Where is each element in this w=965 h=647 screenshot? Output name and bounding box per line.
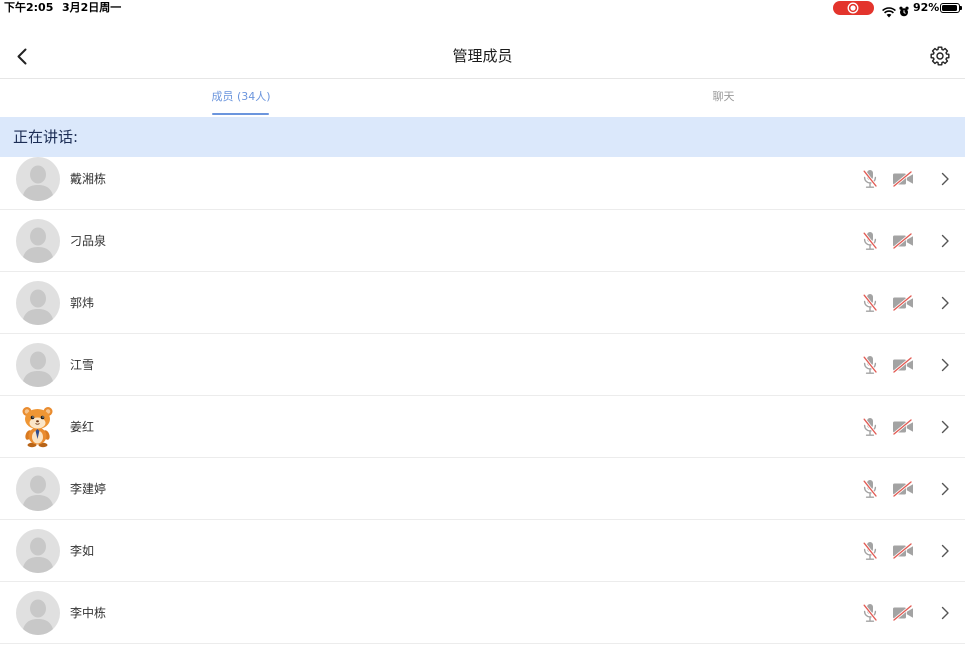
screen-recording-icon[interactable] (833, 1, 874, 15)
alarm-icon (899, 2, 909, 17)
active-tab-indicator (212, 113, 269, 115)
member-row[interactable]: 姜红 (0, 396, 965, 458)
member-row[interactable]: 李建婷 (0, 458, 965, 520)
settings-button[interactable] (928, 44, 952, 68)
member-name: 郭炜 (70, 296, 95, 310)
member-row[interactable]: 郭炜 (0, 272, 965, 334)
gear-icon (930, 46, 950, 66)
default-avatar-icon (16, 467, 60, 511)
camera-off-icon[interactable] (892, 295, 914, 311)
tab-chat[interactable]: 聊天 (482, 79, 965, 117)
default-avatar-icon (16, 343, 60, 387)
chevron-right-icon (940, 606, 950, 620)
default-avatar-icon (16, 281, 60, 325)
mic-muted-icon[interactable] (862, 479, 878, 499)
camera-off-icon[interactable] (892, 171, 914, 187)
member-name: 刁品泉 (70, 234, 107, 248)
camera-off-icon[interactable] (892, 419, 914, 435)
chevron-right-icon (940, 234, 950, 248)
member-name: 姜红 (70, 420, 95, 434)
camera-off-icon[interactable] (892, 543, 914, 559)
chevron-right-icon (940, 544, 950, 558)
camera-off-icon[interactable] (892, 357, 914, 373)
member-name: 戴湘栋 (70, 172, 107, 186)
member-row[interactable]: 刁品泉 (0, 210, 965, 272)
mic-muted-icon[interactable] (862, 231, 878, 251)
mic-muted-icon[interactable] (862, 293, 878, 313)
camera-off-icon[interactable] (892, 233, 914, 249)
battery-nub (960, 6, 962, 10)
camera-off-icon[interactable] (892, 481, 914, 497)
status-date: 3月2日周一 (62, 1, 122, 14)
member-list: 戴湘栋 刁品泉 郭炜 江雪 姜红 李建婷 李如 李中栋 (0, 148, 965, 644)
member-row[interactable]: 戴湘栋 (0, 148, 965, 210)
tab-chat-label: 聊天 (712, 90, 735, 103)
status-time: 下午2:05 (4, 1, 54, 14)
wifi-icon (882, 3, 896, 18)
nav-bar: 管理成员 (0, 17, 965, 79)
chevron-right-icon (940, 172, 950, 186)
section-title: 正在讲话: (13, 128, 79, 146)
mic-muted-icon[interactable] (862, 417, 878, 437)
chevron-right-icon (940, 358, 950, 372)
tab-members-label: 成员 (34人) (211, 90, 271, 103)
status-bar: 下午2:05 3月2日周一 92% (0, 0, 965, 18)
chevron-right-icon (940, 482, 950, 496)
mic-muted-icon[interactable] (862, 355, 878, 375)
tab-members[interactable]: 成员 (34人) (0, 79, 482, 117)
member-name: 江雪 (70, 358, 95, 372)
battery-fill (942, 5, 957, 11)
member-row[interactable]: 江雪 (0, 334, 965, 396)
member-name: 李建婷 (70, 482, 107, 496)
battery-icon (940, 3, 960, 13)
default-avatar-icon (16, 591, 60, 635)
member-name: 李如 (70, 544, 95, 558)
chevron-right-icon (940, 296, 950, 310)
camera-off-icon[interactable] (892, 605, 914, 621)
chevron-right-icon (940, 420, 950, 434)
battery-percent: 92% (913, 1, 940, 14)
default-avatar-icon (16, 157, 60, 201)
page-title: 管理成员 (452, 47, 513, 65)
default-avatar-icon (16, 529, 60, 573)
member-row[interactable]: 李中栋 (0, 582, 965, 644)
mic-muted-icon[interactable] (862, 603, 878, 623)
cartoon-avatar-icon (16, 404, 60, 448)
member-row[interactable]: 李如 (0, 520, 965, 582)
mic-muted-icon[interactable] (862, 169, 878, 189)
section-header: 正在讲话: (0, 117, 965, 157)
tab-bar: 成员 (34人) 聊天 (0, 79, 965, 117)
mic-muted-icon[interactable] (862, 541, 878, 561)
default-avatar-icon (16, 219, 60, 263)
member-name: 李中栋 (70, 606, 107, 620)
